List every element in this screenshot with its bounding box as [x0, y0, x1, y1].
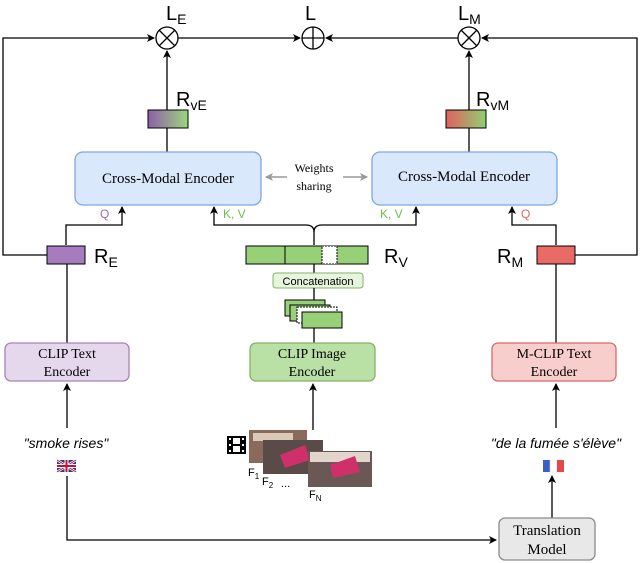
translation-model-label-2: Model	[527, 542, 566, 558]
rvm-label: RvM	[476, 89, 509, 113]
re-representation	[46, 245, 86, 265]
clip-image-encoder-label: CLIP Image	[278, 347, 346, 362]
kv-right-label: K, V	[380, 207, 403, 221]
film-icon	[227, 436, 246, 454]
loss-total-label: L	[305, 3, 316, 25]
rve-label: RvE	[176, 89, 207, 113]
rm-representation	[536, 245, 576, 265]
frame-label-1: F1	[248, 467, 260, 481]
cross-modal-encoder-left-label: Cross-Modal Encoder	[102, 171, 234, 187]
loss-total-node: L	[301, 3, 325, 50]
frame-ellipsis: ...	[281, 478, 290, 490]
weights-label: Weights	[294, 161, 333, 175]
french-caption: "de la fumée s'élève"	[491, 435, 622, 451]
concatenation-label: Concatenation	[283, 276, 354, 288]
loss-lm-node: LM	[457, 3, 481, 50]
clip-text-encoder-label: CLIP Text	[38, 347, 96, 362]
uk-flag-icon	[56, 458, 77, 474]
translation-model-label: Translation	[513, 523, 581, 539]
frame-label-n: FN	[309, 489, 322, 503]
re-label: RE	[94, 246, 118, 270]
clip-text-encoder-label-2: Encoder	[44, 365, 91, 380]
video-frame-n	[308, 451, 372, 487]
cross-modal-encoder-right-label: Cross-Modal Encoder	[398, 169, 530, 185]
english-caption: "smoke rises"	[24, 435, 110, 451]
frame-label-2: F2	[262, 476, 274, 490]
loss-le-label: LE	[166, 3, 186, 27]
france-flag-icon	[543, 459, 564, 473]
sharing-label: sharing	[296, 179, 331, 193]
q-right-label: Q	[521, 207, 530, 221]
loss-le-node: LE	[155, 3, 186, 50]
loss-lm-label: LM	[458, 3, 481, 27]
mclip-text-encoder-label: M-CLIP Text	[517, 347, 592, 362]
mclip-text-encoder-label-2: Encoder	[531, 365, 578, 380]
rvm-representation	[445, 109, 487, 129]
frame-features-stack	[284, 299, 343, 329]
diagram: LE L LM RvE RvM Cross-Modal Encoder Cros…	[2, 3, 638, 561]
rv-representation	[245, 245, 369, 265]
kv-left-label: K, V	[223, 207, 246, 221]
rve-representation	[147, 109, 189, 129]
q-left-label: Q	[100, 207, 109, 221]
clip-image-encoder-label-2: Encoder	[289, 365, 336, 380]
rm-label: RM	[497, 246, 523, 270]
rv-label: RV	[384, 246, 408, 270]
